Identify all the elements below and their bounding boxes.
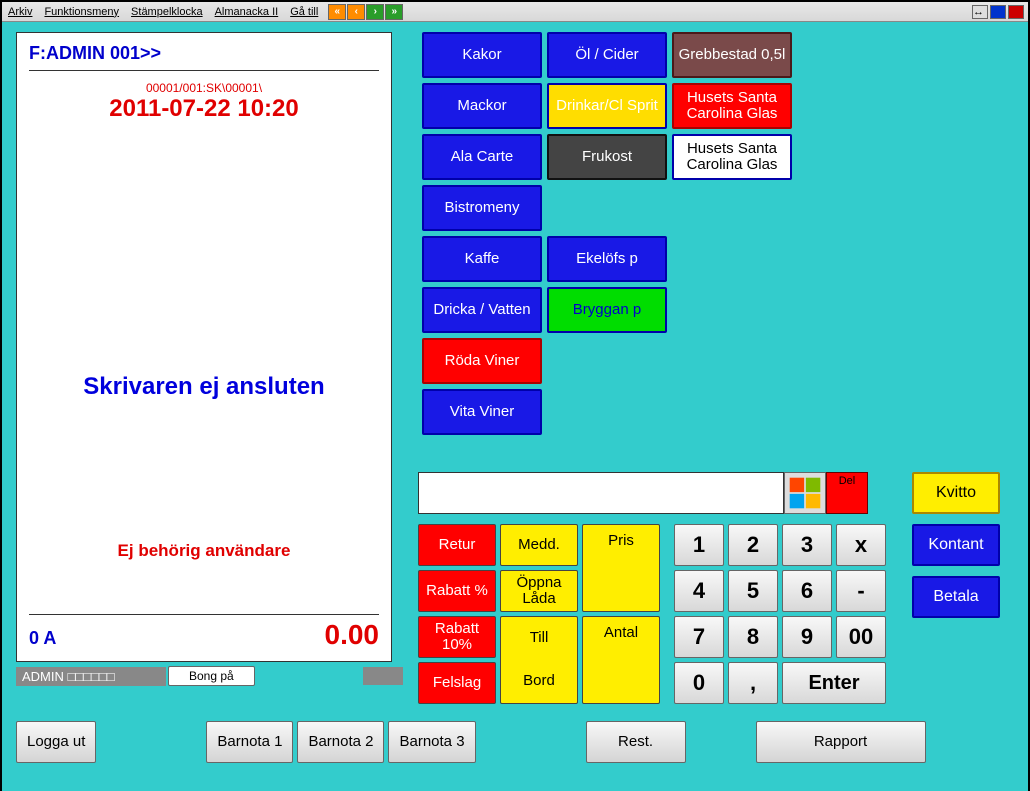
window-resize-icon[interactable]: ↔ (972, 5, 988, 19)
rest-button[interactable]: Rest. (586, 721, 686, 763)
key--[interactable]: - (836, 570, 886, 612)
category-button[interactable]: Vita Viner (422, 389, 542, 435)
key-00[interactable]: 00 (836, 616, 886, 658)
admin-badge: ADMIN □□□□□□ (16, 667, 166, 686)
category-button[interactable]: Bryggan p (547, 287, 667, 333)
barnota-2-button[interactable]: Barnota 2 (297, 721, 384, 763)
key-7[interactable]: 7 (674, 616, 724, 658)
key-3[interactable]: 3 (782, 524, 832, 566)
status-indicator (363, 667, 403, 685)
category-button[interactable]: Bistromeny (422, 185, 542, 231)
barnota-1-button[interactable]: Barnota 1 (206, 721, 293, 763)
category-button[interactable]: Ala Carte (422, 134, 542, 180)
category-button[interactable]: Husets Santa Carolina Glas (672, 83, 792, 129)
felslag-button[interactable]: Felslag (418, 662, 496, 704)
category-button[interactable]: Husets Santa Carolina Glas (672, 134, 792, 180)
menu-almanacka[interactable]: Almanacka II (209, 4, 285, 20)
oppna-lada-button[interactable]: Öppna Låda (500, 570, 578, 612)
rapport-button[interactable]: Rapport (756, 721, 926, 763)
menu-arkiv[interactable]: Arkiv (2, 4, 38, 20)
receipt-code: 00001/001:SK\00001\ (29, 81, 379, 95)
key-5[interactable]: 5 (728, 570, 778, 612)
category-button[interactable]: Kakor (422, 32, 542, 78)
kvitto-button[interactable]: Kvitto (912, 472, 1000, 514)
rabatt-10-button[interactable]: Rabatt 10% (418, 616, 496, 658)
category-button[interactable]: Grebbestad 0,5l (672, 32, 792, 78)
key-,[interactable]: , (728, 662, 778, 704)
category-grid: KakorÖl / CiderGrebbestad 0,5l MackorDrin… (422, 32, 792, 435)
nav-next-icon[interactable]: › (366, 4, 384, 20)
printer-warning: Skrivaren ej ansluten (29, 373, 379, 401)
category-button[interactable]: Drinkar/Cl Sprit (547, 83, 667, 129)
receipt-panel: F:ADMIN 001>> 00001/001:SK\00001\ 2011-0… (16, 32, 392, 662)
key-2[interactable]: 2 (728, 524, 778, 566)
key-enter[interactable]: Enter (782, 662, 886, 704)
bong-button[interactable]: Bong på (168, 666, 255, 686)
del-button[interactable]: Del (826, 472, 868, 514)
windows-icon[interactable] (784, 472, 826, 514)
till-label: Till (530, 630, 549, 647)
medd-button[interactable]: Medd. (500, 524, 578, 566)
till-bord-button[interactable]: Till Bord (500, 616, 578, 704)
rabatt-pct-button[interactable]: Rabatt % (418, 570, 496, 612)
key-0[interactable]: 0 (674, 662, 724, 704)
pris-button[interactable]: Pris (582, 524, 660, 612)
kontant-button[interactable]: Kontant (912, 524, 1000, 566)
receipt-footer-left: 0 A (29, 628, 56, 649)
key-x[interactable]: x (836, 524, 886, 566)
receipt-total: 0.00 (325, 619, 380, 651)
nav-prev-icon[interactable]: ‹ (347, 4, 365, 20)
numeric-keypad: 123x456-789000,Enter (674, 524, 886, 704)
text-input[interactable] (418, 472, 784, 514)
barnota-3-button[interactable]: Barnota 3 (388, 721, 475, 763)
window-minimize-icon[interactable] (990, 5, 1006, 19)
logga-ut-button[interactable]: Logga ut (16, 721, 96, 763)
betala-button[interactable]: Betala (912, 576, 1000, 618)
window-close-icon[interactable] (1008, 5, 1024, 19)
menubar: Arkiv Funktionsmeny Stämpelklocka Almana… (2, 2, 1028, 22)
key-9[interactable]: 9 (782, 616, 832, 658)
category-button[interactable]: Röda Viner (422, 338, 542, 384)
key-6[interactable]: 6 (782, 570, 832, 612)
nav-first-icon[interactable]: « (328, 4, 346, 20)
bord-label: Bord (523, 673, 555, 690)
key-1[interactable]: 1 (674, 524, 724, 566)
category-button[interactable]: Ekelöfs p (547, 236, 667, 282)
category-button[interactable]: Mackor (422, 83, 542, 129)
key-8[interactable]: 8 (728, 616, 778, 658)
receipt-title: F:ADMIN 001>> (29, 43, 379, 64)
antal-button[interactable]: Antal (582, 616, 660, 704)
receipt-datetime: 2011-07-22 10:20 (29, 95, 379, 123)
auth-warning: Ej behörig användare (29, 541, 379, 561)
menu-stampelklocka[interactable]: Stämpelklocka (125, 4, 209, 20)
key-4[interactable]: 4 (674, 570, 724, 612)
retur-button[interactable]: Retur (418, 524, 496, 566)
menu-funktionsmeny[interactable]: Funktionsmeny (38, 4, 125, 20)
menu-gatill[interactable]: Gå till (284, 4, 324, 20)
category-button[interactable]: Kaffe (422, 236, 542, 282)
category-button[interactable]: Dricka / Vatten (422, 287, 542, 333)
category-button[interactable]: Frukost (547, 134, 667, 180)
nav-last-icon[interactable]: » (385, 4, 403, 20)
category-button[interactable]: Öl / Cider (547, 32, 667, 78)
